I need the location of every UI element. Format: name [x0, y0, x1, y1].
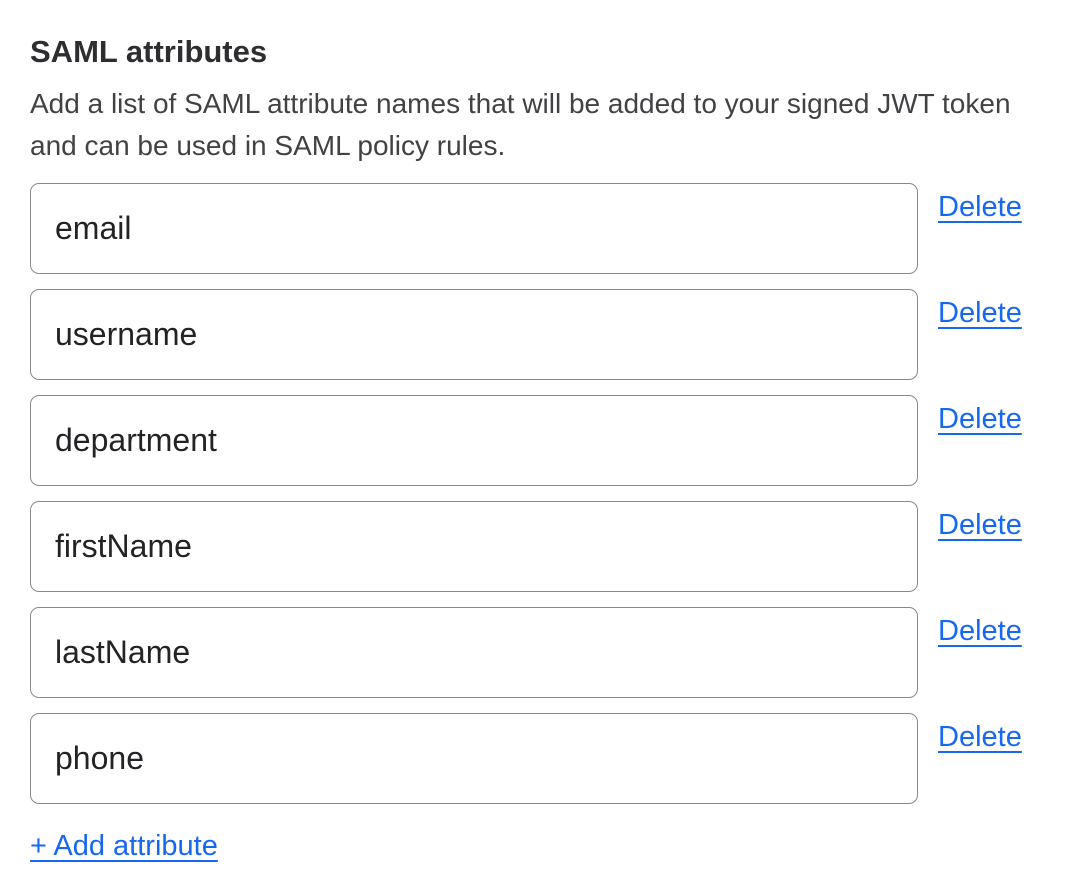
- attribute-row: Delete: [30, 607, 1023, 698]
- delete-link[interactable]: Delete: [938, 615, 1022, 648]
- attribute-row: Delete: [30, 713, 1023, 804]
- attribute-row: Delete: [30, 289, 1023, 380]
- attribute-input[interactable]: [30, 713, 918, 804]
- page-title: SAML attributes: [30, 33, 1023, 70]
- delete-link[interactable]: Delete: [938, 721, 1022, 754]
- description-line-1: Add a list of SAML attribute names that …: [30, 88, 1011, 119]
- attribute-input[interactable]: [30, 395, 918, 486]
- attribute-input[interactable]: [30, 183, 918, 274]
- attribute-input[interactable]: [30, 289, 918, 380]
- attribute-row: Delete: [30, 501, 1023, 592]
- delete-link[interactable]: Delete: [938, 191, 1022, 224]
- section-description: Add a list of SAML attribute names that …: [30, 83, 1023, 167]
- description-line-2: and can be used in SAML policy rules.: [30, 130, 505, 161]
- attribute-list: Delete Delete Delete Delete Delete Delet…: [30, 183, 1023, 804]
- delete-link[interactable]: Delete: [938, 509, 1022, 542]
- attribute-input[interactable]: [30, 607, 918, 698]
- delete-link[interactable]: Delete: [938, 403, 1022, 436]
- attribute-input[interactable]: [30, 501, 918, 592]
- delete-link[interactable]: Delete: [938, 297, 1022, 330]
- attribute-row: Delete: [30, 395, 1023, 486]
- attribute-row: Delete: [30, 183, 1023, 274]
- add-attribute-link[interactable]: + Add attribute: [30, 829, 218, 863]
